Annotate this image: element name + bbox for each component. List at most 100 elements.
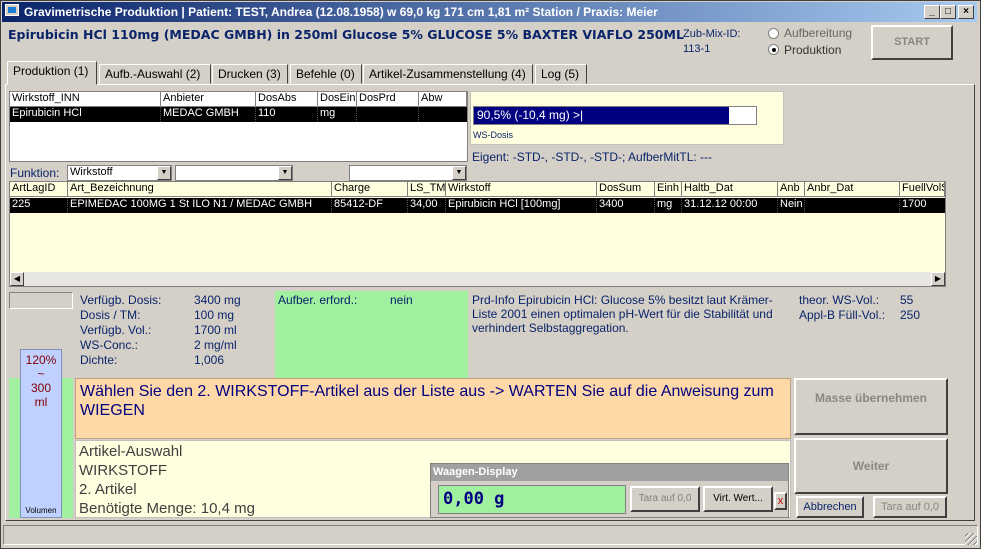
waagen-display-title: Waagen-Display: [431, 464, 788, 481]
column-header[interactable]: Haltb_Dat: [682, 182, 778, 197]
masse-uebernehmen-button[interactable]: Masse übernehmen: [794, 378, 948, 435]
scroll-right-icon[interactable]: ▶: [931, 272, 945, 286]
volume-label: Volumen: [25, 506, 57, 515]
horizontal-scrollbar[interactable]: ◀ ▶: [10, 272, 945, 286]
maximize-button[interactable]: □: [940, 5, 956, 19]
article-grid[interactable]: ArtLagID Art_Bezeichnung Charge LS_TM Wi…: [9, 181, 946, 287]
tab-befehle[interactable]: Befehle (0): [290, 64, 362, 84]
column-header[interactable]: FuellVolS: [900, 182, 945, 197]
column-header[interactable]: Anb: [778, 182, 805, 197]
tab-drucken[interactable]: Drucken (3): [212, 64, 288, 84]
table-cell: mg: [655, 198, 682, 213]
info-value: 3400 mg: [194, 293, 241, 307]
column-header[interactable]: DosEin: [318, 92, 357, 107]
column-header[interactable]: Anbr_Dat: [805, 182, 900, 197]
ws-dosis-box: 90,5% (-10,4 mg) >| WS-Dosis: [470, 91, 784, 145]
filter-select-3[interactable]: ▼: [349, 165, 467, 181]
column-header[interactable]: Wirkstoff_INN: [10, 92, 161, 107]
info-value: 1,006: [194, 353, 225, 367]
aufber-panel: Aufber. erford.: nein: [275, 291, 468, 378]
aufber-label: Aufber. erford.:: [278, 293, 358, 307]
minimize-button[interactable]: _: [924, 5, 940, 19]
funktion-value: Wirkstoff: [70, 166, 113, 178]
tab-produktion[interactable]: Produktion (1): [7, 61, 97, 85]
column-header[interactable]: Abw: [419, 92, 467, 107]
weight-display: 0,00 g: [438, 485, 626, 514]
volume-percent: 120%: [25, 353, 57, 367]
tab-log[interactable]: Log (5): [535, 64, 587, 84]
table-cell: Nein: [778, 198, 805, 213]
appl-label: Appl-B Füll-Vol.:: [799, 308, 886, 322]
tab-artikel-zusammenstellung[interactable]: Artikel-Zusammenstellung (4): [363, 64, 533, 84]
column-header[interactable]: Art_Bezeichnung: [68, 182, 332, 197]
close-waage-button[interactable]: x: [774, 492, 787, 510]
status-line: Benötigte Menge: 10,4 mg: [79, 500, 255, 517]
dropdown-arrow-icon[interactable]: ▼: [157, 166, 171, 180]
column-header[interactable]: Anbieter: [161, 92, 256, 107]
status-bar: [3, 525, 978, 545]
table-cell: Epirubicin HCl: [10, 107, 161, 122]
tab-aufb-auswahl[interactable]: Aufb.-Auswahl (2): [99, 64, 211, 84]
theor-label: theor. WS-Vol.:: [799, 293, 880, 307]
table-row[interactable]: Epirubicin HCl MEDAC GMBH 110 mg: [10, 107, 467, 122]
title-bar: Gravimetrische Produktion | Patient: TES…: [2, 2, 977, 22]
info-label: Verfügb. Dosis:: [80, 293, 162, 307]
virt-wert-button[interactable]: Virt. Wert...: [703, 486, 773, 512]
radio-produktion[interactable]: [768, 44, 779, 55]
status-line: 2. Artikel: [79, 481, 137, 498]
info-label: Dichte:: [80, 353, 118, 367]
table-cell: Epirubicin HCl [100mg]: [446, 198, 597, 213]
column-header[interactable]: DosAbs: [256, 92, 318, 107]
theor-value: 55: [900, 293, 914, 307]
table-cell: 1700: [902, 198, 927, 210]
close-button[interactable]: ×: [958, 5, 974, 19]
tara-button[interactable]: Tara auf 0,0: [873, 496, 947, 518]
column-header[interactable]: Einh: [655, 182, 682, 197]
dropdown-arrow-icon[interactable]: ▼: [278, 166, 292, 180]
column-header[interactable]: DosSum: [597, 182, 655, 197]
filter-select-2[interactable]: ▼: [175, 165, 293, 181]
radio-aufbereitung-label: Aufbereitung: [784, 26, 853, 40]
table-cell: 110: [256, 107, 318, 122]
appl-value: 250: [900, 308, 921, 322]
product-description: Epirubicin HCl 110mg (MEDAC GMBH) in 250…: [8, 27, 684, 42]
funktion-label: Funktion:: [10, 166, 60, 180]
table-cell: 3400: [597, 198, 655, 213]
eigent-text: Eigent: -STD-, -STD-, -STD-; AufberMitTL…: [472, 150, 713, 164]
column-header[interactable]: DosPrd: [357, 92, 419, 107]
dropdown-arrow-icon[interactable]: ▼: [452, 166, 466, 180]
funktion-select[interactable]: Wirkstoff ▼: [67, 165, 172, 181]
app-icon: [5, 4, 19, 16]
table-cell: 85412-DF: [332, 198, 408, 213]
start-button[interactable]: START: [871, 25, 953, 60]
dose-progress-text: 90,5% (-10,4 mg) >|: [477, 108, 584, 122]
prd-info-text: Prd-Info Epirubicin HCl: Glucose 5% besi…: [472, 293, 773, 335]
weiter-button[interactable]: Weiter: [794, 438, 948, 494]
status-line: WIRKSTOFF: [79, 462, 168, 479]
volume-gauge: 120% ~ 300 ml Volumen: [20, 349, 62, 518]
column-header[interactable]: Charge: [332, 182, 408, 197]
wirkstoff-grid[interactable]: Wirkstoff_INN Anbieter DosAbs DosEin Dos…: [9, 91, 468, 162]
table-row[interactable]: 225 EPIMEDAC 100MG 1 St ILO N1 / MEDAC G…: [10, 198, 945, 213]
status-field: [9, 292, 73, 309]
info-label: WS-Conc.:: [80, 338, 139, 352]
volume-ml: 300: [30, 381, 52, 395]
scroll-left-icon[interactable]: ◀: [10, 272, 24, 286]
table-cell: [357, 107, 419, 122]
column-header[interactable]: ArtLagID: [10, 182, 68, 197]
window-title: Gravimetrische Produktion | Patient: TES…: [24, 5, 658, 19]
table-cell: mg: [318, 107, 357, 122]
column-header[interactable]: LS_TM: [408, 182, 446, 197]
radio-aufbereitung[interactable]: [768, 28, 779, 39]
column-header[interactable]: Wirkstoff: [446, 182, 597, 197]
resize-grip-icon[interactable]: [965, 533, 977, 545]
tara-button-small[interactable]: Tara auf 0,0: [630, 486, 700, 512]
instruction-text: Wählen Sie den 2. WIRKSTOFF-Artikel aus …: [75, 378, 791, 439]
table-cell: 225: [10, 198, 68, 213]
table-cell: 31.12.12 00:00: [682, 198, 778, 213]
table-cell: EPIMEDAC 100MG 1 St ILO N1 / MEDAC GMBH: [68, 198, 332, 213]
abbrechen-button[interactable]: Abbrechen: [796, 496, 864, 518]
table-cell: MEDAC GMBH: [161, 107, 256, 122]
info-value: 1700 ml: [194, 323, 237, 337]
info-value: 100 mg: [194, 308, 235, 322]
